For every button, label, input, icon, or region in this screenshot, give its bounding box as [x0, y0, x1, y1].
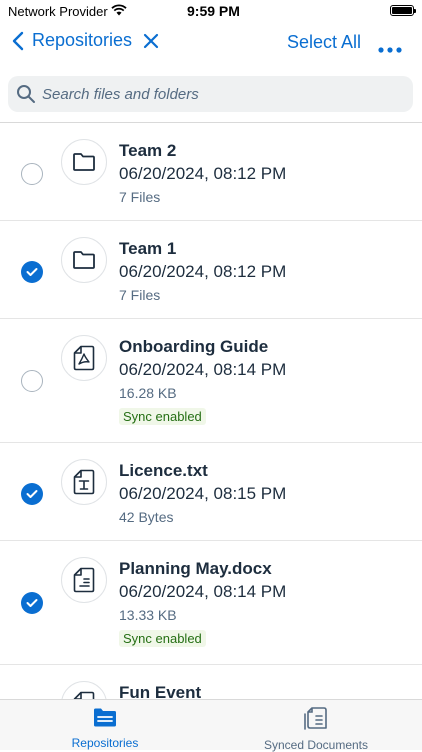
list-item[interactable]: Planning May.docx 06/20/2024, 08:14 PM 1… [0, 541, 422, 665]
selection-checkbox[interactable] [21, 370, 43, 392]
search-input[interactable] [42, 85, 382, 103]
item-title: Licence.txt [119, 461, 208, 480]
list-item[interactable]: Fun Event [0, 665, 422, 699]
checkmark-icon [26, 268, 38, 276]
synced-documents-icon [304, 707, 327, 730]
navigation-bar: Repositories Select All [0, 26, 422, 62]
select-all-button[interactable]: Select All [287, 32, 361, 53]
pdf-document-icon [61, 335, 107, 381]
list-item[interactable]: Licence.txt 06/20/2024, 08:15 PM 42 Byte… [0, 443, 422, 541]
tab-repositories-label: Repositories [71, 736, 139, 750]
folder-icon [61, 139, 107, 185]
selection-checkbox[interactable] [21, 163, 43, 185]
item-title: Team 2 [119, 141, 177, 160]
folder-icon [61, 237, 107, 283]
item-date: 06/20/2024, 08:14 PM [119, 360, 287, 379]
more-icon [378, 47, 402, 53]
text-document-icon [61, 459, 107, 505]
item-meta: 16.28 KB [119, 385, 177, 401]
wifi-icon [111, 4, 127, 19]
item-meta: 42 Bytes [119, 509, 174, 525]
item-title: Planning May.docx [119, 559, 272, 578]
search-bar[interactable] [8, 76, 413, 112]
back-button[interactable]: Repositories [12, 30, 132, 51]
item-meta: 7 Files [119, 287, 161, 303]
status-bar: Network Provider 9:59 PM [0, 0, 422, 24]
selection-checkbox-checked[interactable] [21, 261, 43, 283]
sync-status-badge: Sync enabled [119, 408, 206, 425]
selection-checkbox-checked[interactable] [21, 483, 43, 505]
battery-icon [390, 5, 416, 16]
item-date: 06/20/2024, 08:12 PM [119, 262, 287, 281]
close-button[interactable] [142, 32, 160, 55]
checkmark-icon [26, 490, 38, 498]
list-item[interactable]: Onboarding Guide 06/20/2024, 08:14 PM 16… [0, 319, 422, 443]
repository-icon [94, 708, 116, 727]
item-date: 06/20/2024, 08:14 PM [119, 582, 287, 601]
search-icon [17, 85, 35, 103]
item-date: 06/20/2024, 08:15 PM [119, 484, 287, 503]
tab-bar: Repositories Synced Documents [0, 699, 422, 752]
item-title: Onboarding Guide [119, 337, 269, 356]
carrier-name: Network Provider [8, 4, 108, 19]
word-document-icon [61, 557, 107, 603]
back-label: Repositories [32, 30, 133, 50]
item-date: 06/20/2024, 08:12 PM [119, 164, 287, 183]
selection-checkbox-checked[interactable] [21, 592, 43, 614]
checkmark-icon [26, 599, 38, 607]
close-icon [143, 33, 159, 49]
item-meta: 7 Files [119, 189, 161, 205]
file-list: Team 2 06/20/2024, 08:12 PM 7 Files Team… [0, 123, 422, 699]
list-item[interactable]: Team 2 06/20/2024, 08:12 PM 7 Files [0, 123, 422, 221]
sync-status-badge: Sync enabled [119, 630, 206, 647]
item-meta: 13.33 KB [119, 607, 177, 623]
item-title: Team 1 [119, 239, 177, 258]
tab-synced-documents[interactable]: Synced Documents [236, 706, 396, 752]
tab-repositories[interactable]: Repositories [25, 706, 185, 750]
more-button[interactable] [378, 40, 402, 58]
item-title: Fun Event [119, 683, 202, 699]
word-document-icon [61, 681, 107, 699]
chevron-left-icon [12, 31, 24, 50]
clock: 9:59 PM [187, 3, 240, 19]
list-item[interactable]: Team 1 06/20/2024, 08:12 PM 7 Files [0, 221, 422, 319]
